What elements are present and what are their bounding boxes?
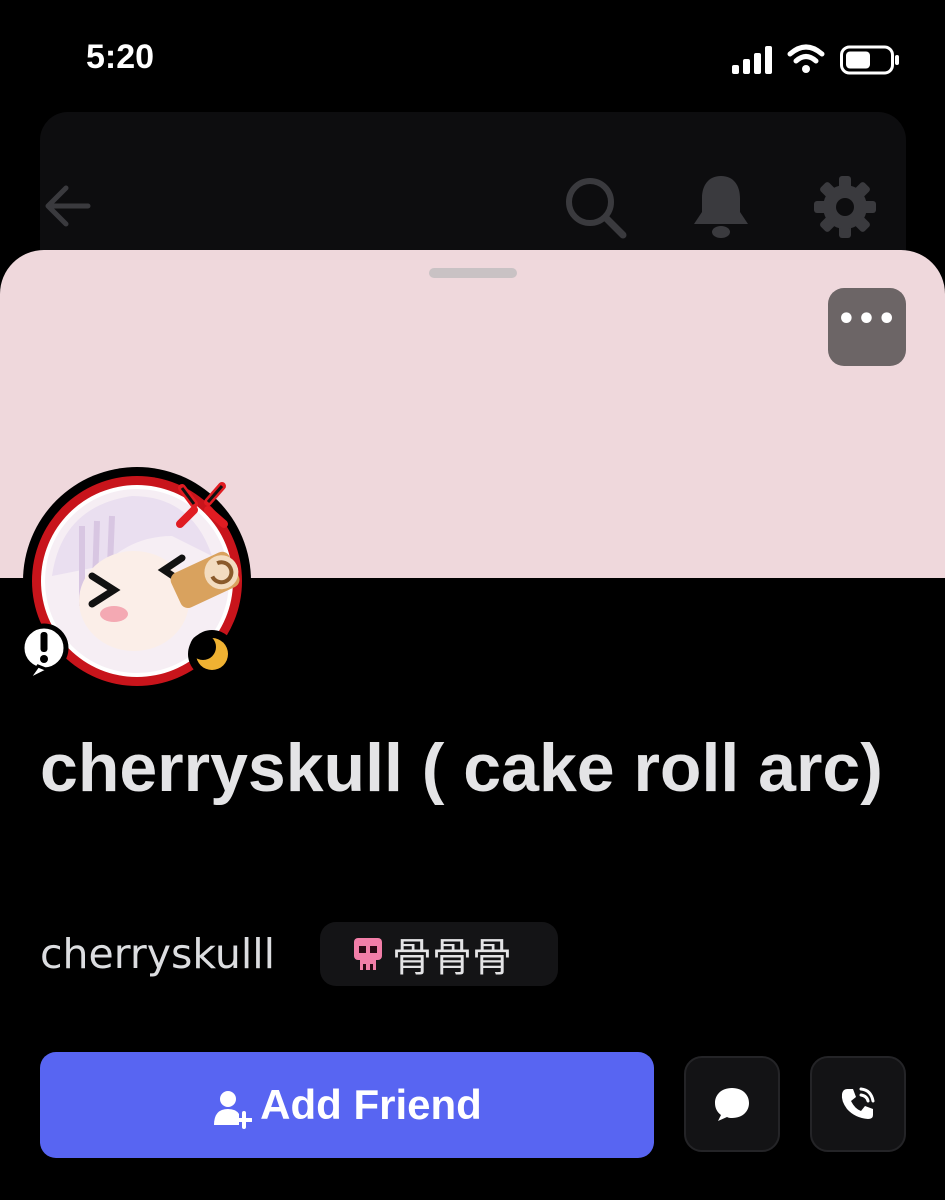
sheet-drag-handle[interactable]	[429, 268, 517, 278]
avatar[interactable]	[22, 466, 252, 696]
status-bar: 5:20	[0, 0, 945, 110]
battery-icon	[840, 45, 899, 75]
clan-tag[interactable]: 骨骨骨	[320, 922, 558, 986]
status-time: 5:20	[86, 38, 155, 76]
username: cherryskulll	[40, 930, 276, 978]
gear-icon[interactable]	[812, 174, 878, 240]
message-button[interactable]	[684, 1056, 780, 1152]
back-arrow-icon[interactable]	[40, 178, 96, 234]
pink-skull-icon	[354, 938, 382, 970]
bell-icon[interactable]	[690, 172, 752, 240]
add-friend-button[interactable]: Add Friend	[40, 1052, 654, 1158]
call-button[interactable]	[810, 1056, 906, 1152]
phone-call-icon	[841, 1087, 875, 1119]
search-icon[interactable]	[562, 174, 628, 240]
add-user-icon	[214, 1091, 253, 1129]
display-name: cherryskull ( cake roll arc)	[40, 730, 883, 806]
more-options-icon: •••	[836, 302, 898, 337]
wifi-icon	[787, 44, 825, 73]
chat-bubble-icon	[715, 1088, 749, 1121]
more-options-button[interactable]: •••	[828, 288, 906, 366]
cellular-signal-icon	[732, 46, 772, 74]
add-friend-label: Add Friend	[260, 1081, 482, 1128]
clan-tag-label: 骨骨骨	[392, 935, 512, 981]
